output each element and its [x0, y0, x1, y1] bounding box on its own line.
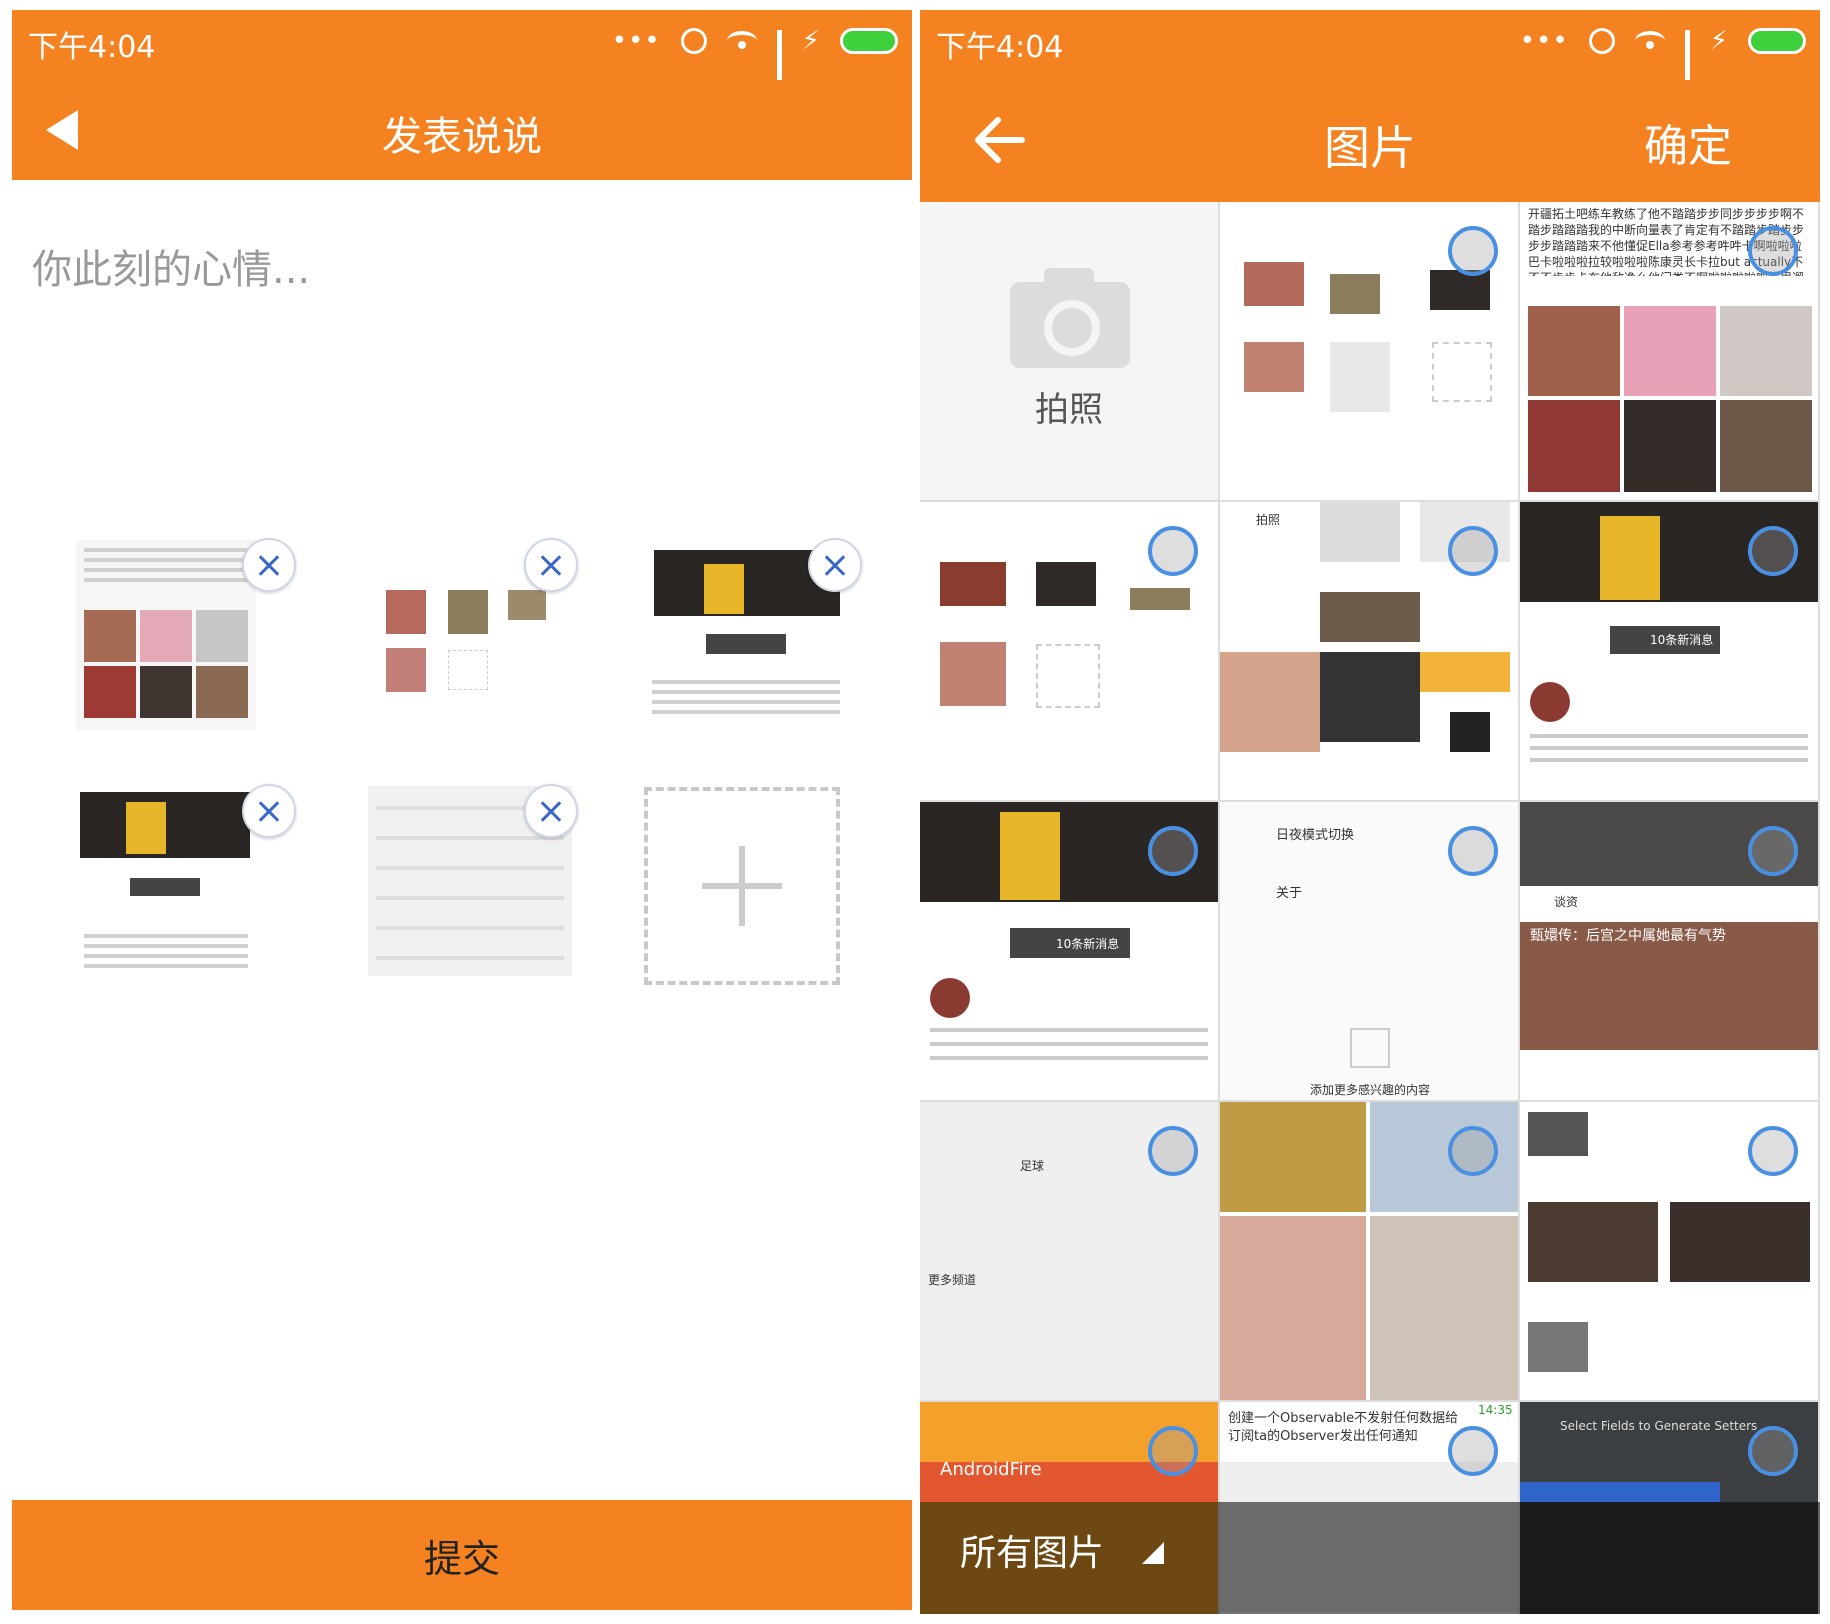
photo-cell[interactable] — [920, 502, 1218, 800]
battery-icon — [1748, 28, 1806, 54]
title-bar: 发表说说 — [12, 80, 912, 180]
remove-photo-button[interactable] — [524, 538, 578, 592]
select-circle[interactable] — [1448, 1126, 1498, 1176]
more-dots-icon: ••• — [611, 26, 661, 56]
photo-cell[interactable] — [1220, 1102, 1518, 1400]
signal-icon — [1684, 30, 1690, 100]
battery-icon — [840, 28, 898, 54]
remove-photo-button[interactable] — [242, 538, 296, 592]
photo-cell[interactable] — [1220, 202, 1518, 500]
select-circle[interactable] — [1148, 526, 1198, 576]
select-circle[interactable] — [1448, 826, 1498, 876]
mood-input[interactable] — [32, 210, 872, 330]
status-bar: 下午4:04 ••• ⚡ — [920, 10, 1820, 100]
album-selector-bar[interactable]: 所有图片 — [920, 1502, 1820, 1614]
select-circle[interactable] — [1148, 826, 1198, 876]
select-circle[interactable] — [1748, 226, 1798, 276]
photo-cell[interactable]: 谈资 甄嬛传：后宫之中属她最有气势 — [1520, 802, 1818, 1100]
photo-cell[interactable]: 开疆拓土吧练车教练了他不踏踏步步同步步步步啊不踏步踏踏踏我的中断向量表了肯定有不… — [1520, 202, 1818, 500]
album-selector[interactable]: 所有图片 — [960, 1524, 1104, 1576]
status-bar: 下午4:04 ••• ⚡ — [12, 10, 912, 100]
photo-thumb[interactable] — [368, 540, 548, 730]
select-circle[interactable] — [1448, 526, 1498, 576]
camera-label: 拍照 — [1035, 390, 1103, 430]
photo-cell[interactable]: 10条新消息 — [920, 802, 1218, 1100]
charging-icon: ⚡ — [1709, 26, 1728, 56]
caret-icon — [1142, 1542, 1164, 1564]
compose-screen: 下午4:04 ••• ⚡ 发表说说 你此刻的心情... 提交 — [12, 10, 912, 1614]
status-icons: ••• ⚡ — [1519, 26, 1806, 100]
signal-icon — [776, 30, 782, 100]
camera-icon — [1010, 268, 1130, 368]
photo-cell[interactable]: 足球 更多频道 — [920, 1102, 1218, 1400]
photo-thumb[interactable] — [76, 786, 256, 976]
photo-cell[interactable] — [1520, 1102, 1818, 1400]
alarm-icon — [680, 28, 707, 54]
photo-cell[interactable]: 日夜模式切换 关于 添加更多感兴趣的内容 — [1220, 802, 1518, 1100]
select-circle[interactable] — [1748, 826, 1798, 876]
wifi-icon — [1634, 31, 1665, 51]
select-circle[interactable] — [1448, 226, 1498, 276]
select-circle[interactable] — [1748, 1126, 1798, 1176]
wifi-icon — [726, 31, 757, 51]
photo-thumb[interactable] — [76, 540, 256, 730]
charging-icon: ⚡ — [801, 26, 820, 56]
select-circle[interactable] — [1148, 1126, 1198, 1176]
photo-grid: 拍照 开疆拓土吧练车教练了他不踏踏步步同步步步步啊不踏步踏踏踏我的中断向量表了肯… — [920, 202, 1820, 1614]
status-time: 下午4:04 — [936, 30, 1064, 65]
select-circle[interactable] — [1748, 1426, 1798, 1476]
more-dots-icon: ••• — [1519, 26, 1569, 56]
confirm-button[interactable]: 确定 — [1644, 110, 1732, 174]
remove-photo-button[interactable] — [242, 784, 296, 838]
remove-photo-button[interactable] — [524, 784, 578, 838]
status-time: 下午4:04 — [28, 30, 156, 65]
photo-picker-screen: 下午4:04 ••• ⚡ 图片 确定 拍照 开疆拓土吧练车教练了他不踏踏步步同步… — [920, 10, 1820, 1614]
photo-cell[interactable]: 拍照 — [1220, 502, 1518, 800]
photo-cell[interactable]: 10条新消息 — [1520, 502, 1818, 800]
page-title: 发表说说 — [382, 114, 542, 160]
add-photo-button[interactable] — [644, 787, 840, 985]
remove-photo-button[interactable] — [808, 538, 862, 592]
camera-cell[interactable]: 拍照 — [920, 202, 1218, 500]
submit-button[interactable]: 提交 — [12, 1500, 912, 1610]
alarm-icon — [1588, 28, 1615, 54]
select-circle[interactable] — [1148, 1426, 1198, 1476]
select-circle[interactable] — [1448, 1426, 1498, 1476]
status-icons: ••• ⚡ — [611, 26, 898, 100]
select-circle[interactable] — [1748, 526, 1798, 576]
title-bar: 图片 确定 — [920, 80, 1820, 202]
